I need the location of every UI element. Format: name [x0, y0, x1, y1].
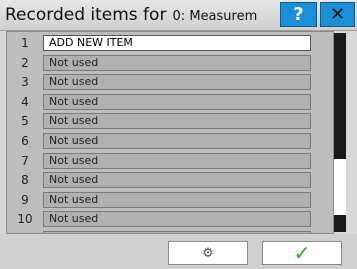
row-number: 3 — [21, 75, 29, 90]
recorded-items-list: 1 ADD NEW ITEM 2 Not used 3 Not used 4 Not used… — [6, 31, 334, 234]
item-field[interactable]: Not used — [43, 211, 311, 228]
question-icon: ? — [293, 4, 304, 25]
list-item[interactable]: 7 Not used — [7, 151, 319, 171]
row-number: 6 — [21, 134, 29, 148]
dialog-title: Recorded items for 0: Measurem — [5, 0, 279, 30]
list-item[interactable]: 3 Not used — [7, 72, 319, 92]
gears-icon: ⚙ — [202, 245, 214, 261]
scrollbar-thumb[interactable] — [334, 159, 346, 215]
add-new-item-field[interactable]: ADD NEW ITEM — [43, 35, 311, 51]
row-number: 2 — [21, 55, 29, 70]
item-field[interactable]: Not used — [43, 133, 311, 149]
ok-button[interactable]: ✓ — [262, 241, 342, 265]
list-item[interactable]: 5 Not used — [7, 111, 319, 131]
item-field[interactable]: Not used — [43, 93, 311, 110]
row-number: 10 — [17, 212, 33, 227]
list-item[interactable]: 8 Not used — [7, 170, 319, 190]
checkmark-icon: ✓ — [293, 241, 311, 265]
title-subtitle: 0: Measurem — [172, 9, 258, 24]
item-field[interactable]: Not used — [43, 191, 311, 208]
list-item[interactable]: 4 Not used — [7, 92, 319, 112]
item-field[interactable]: Not used — [43, 54, 311, 71]
row-number: 5 — [21, 114, 29, 129]
item-field[interactable]: Not used — [43, 152, 311, 169]
title-bar: Recorded items for 0: Measurem ? ✕ — [0, 0, 357, 31]
list-item[interactable]: 10 Not used — [7, 209, 319, 229]
row-number: 1 — [21, 36, 29, 50]
row-number: 9 — [21, 192, 29, 207]
list-item[interactable]: 1 ADD NEW ITEM — [7, 33, 319, 53]
item-field[interactable]: Not used — [43, 74, 311, 91]
list-item[interactable]: 9 Not used — [7, 190, 319, 210]
close-button[interactable]: ✕ — [320, 2, 355, 27]
row-number: 4 — [21, 94, 29, 109]
close-icon: ✕ — [329, 4, 346, 25]
list-item[interactable]: 2 Not used — [7, 53, 319, 73]
item-field[interactable]: Not used — [43, 172, 311, 189]
title-main: Recorded items for — [5, 5, 167, 25]
row-number: 8 — [21, 173, 29, 188]
help-button[interactable]: ? — [280, 2, 317, 27]
settings-button[interactable]: ⚙ — [168, 241, 248, 265]
item-field[interactable]: Not used — [43, 113, 311, 130]
recorded-items-dialog: Recorded items for 0: Measurem ? ✕ 1 ADD … — [0, 0, 357, 269]
row-number: 7 — [21, 153, 29, 168]
list-item[interactable]: 6 Not used — [7, 131, 319, 151]
